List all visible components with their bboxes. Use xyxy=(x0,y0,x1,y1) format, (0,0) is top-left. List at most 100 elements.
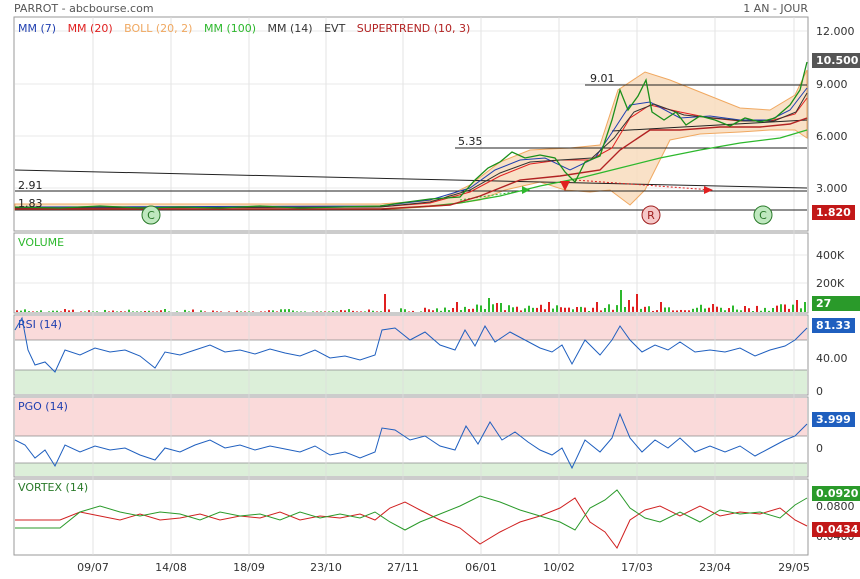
volume-bar xyxy=(508,305,510,312)
x-label-1002: 10/02 xyxy=(543,561,575,574)
volume-bar xyxy=(272,310,274,312)
volume-bar xyxy=(432,310,434,312)
volume-bar xyxy=(712,304,714,312)
volume-bar xyxy=(572,309,574,312)
volume-bar xyxy=(780,304,782,312)
volume-bar xyxy=(668,307,670,312)
volume-bar xyxy=(692,308,694,312)
volume-bar xyxy=(124,311,126,312)
rsi-tick-0: 0 xyxy=(816,385,823,398)
volume-bar xyxy=(136,311,138,312)
volume-bar xyxy=(716,306,718,312)
volume-bar xyxy=(248,311,250,312)
volume-bar xyxy=(804,302,806,312)
x-axis: 09/07 14/08 18/09 23/10 27/11 06/01 10/0… xyxy=(77,561,810,574)
volume-bar xyxy=(564,307,566,312)
pgo-oversold-zone xyxy=(15,463,807,476)
volume-bar xyxy=(436,308,438,312)
volume-bar xyxy=(104,309,106,312)
volume-bar xyxy=(532,307,534,312)
volume-bar xyxy=(680,309,682,312)
volume-bar xyxy=(760,310,762,312)
volume-bar xyxy=(708,307,710,312)
volume-bar xyxy=(360,311,362,312)
volume-bar xyxy=(536,307,538,312)
volume-bar xyxy=(348,309,350,312)
volume-bar xyxy=(72,309,74,312)
volume-bar xyxy=(284,309,286,312)
volume-bar xyxy=(512,307,514,312)
volume-bar xyxy=(656,310,658,312)
volume-bar xyxy=(264,311,266,312)
volume-bar xyxy=(328,311,330,312)
volume-bar xyxy=(204,311,206,312)
volume-bar xyxy=(220,311,222,312)
volume-bar xyxy=(444,307,446,312)
volume-bar xyxy=(164,309,166,312)
volume-bar xyxy=(24,309,26,312)
circle-marker-c2-text: C xyxy=(759,209,767,222)
volume-bar xyxy=(620,290,622,312)
x-label-1703: 17/03 xyxy=(621,561,653,574)
volume-bar xyxy=(344,310,346,312)
volume-bar xyxy=(588,310,590,312)
volume-bar xyxy=(460,310,462,312)
volume-bar xyxy=(520,310,522,312)
volume-bar xyxy=(300,311,302,312)
volume-bar xyxy=(160,310,162,312)
volume-bar xyxy=(600,310,602,312)
volume-bar xyxy=(624,307,626,312)
volume-bar xyxy=(540,304,542,312)
volume-bar xyxy=(48,311,50,312)
volume-bar xyxy=(456,302,458,312)
volume-bar xyxy=(276,311,278,312)
volume-tick-200k: 200K xyxy=(816,277,845,290)
volume-bar xyxy=(492,304,494,312)
volume-bar xyxy=(464,306,466,312)
volume-bar xyxy=(488,298,490,312)
volume-bar xyxy=(552,308,554,312)
volume-bar xyxy=(312,311,314,312)
volume-bar xyxy=(64,309,66,312)
volume-bar xyxy=(52,310,54,312)
circle-marker-r[interactable]: R xyxy=(641,205,661,225)
volume-bar xyxy=(768,310,770,312)
volume-bar xyxy=(556,305,558,312)
volume-bar xyxy=(108,311,110,312)
volume-bar xyxy=(700,304,702,312)
legend-evt: EVT xyxy=(324,22,345,35)
volume-bar xyxy=(580,306,582,312)
volume-bar xyxy=(188,311,190,312)
volume-bar xyxy=(20,310,22,312)
volume-bar xyxy=(748,308,750,312)
volume-bar xyxy=(612,309,614,312)
volume-badge: 27 630 xyxy=(812,296,860,325)
volume-bar xyxy=(596,302,598,312)
legend-mm7: MM (7) xyxy=(18,22,56,35)
volume-bar xyxy=(524,308,526,312)
volume-bar xyxy=(116,311,118,312)
legend-mm100: MM (100) xyxy=(204,22,256,35)
volume-bar xyxy=(368,309,370,312)
volume-bar xyxy=(372,310,374,312)
volume-bar xyxy=(388,309,390,312)
volume-bar xyxy=(56,310,58,312)
vortex-panel-title: VORTEX (14) xyxy=(18,481,88,494)
level-label-2-91: 2.91 xyxy=(18,179,43,192)
volume-bar xyxy=(400,308,402,312)
volume-bar xyxy=(744,306,746,312)
volume-bar xyxy=(68,310,70,312)
volume-bar xyxy=(476,304,478,312)
volume-bar xyxy=(592,307,594,312)
volume-bar xyxy=(288,309,290,312)
circle-marker-c1[interactable]: C xyxy=(141,205,161,225)
volume-bar xyxy=(500,303,502,312)
volume-bar xyxy=(644,306,646,312)
rsi-overbought-zone xyxy=(15,316,807,340)
circle-marker-c2[interactable]: C xyxy=(753,205,773,225)
volume-panel-title: VOLUME xyxy=(18,236,64,249)
legend-mm20: MM (20) xyxy=(68,22,113,35)
legend-boll: BOLL (20, 2) xyxy=(124,22,192,35)
volume-bar xyxy=(268,310,270,312)
volume-bar xyxy=(128,309,130,312)
